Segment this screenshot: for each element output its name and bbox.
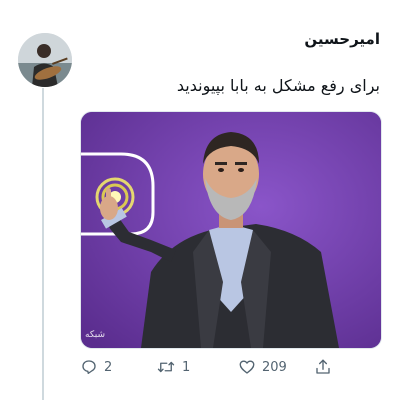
retweet-count: 1 [182, 359, 191, 375]
like-count: 209 [262, 359, 287, 375]
share-icon [316, 359, 330, 374]
retweet-button[interactable]: 1 [156, 355, 190, 379]
tweet-actions: 2 1 209 [80, 355, 380, 379]
heart-icon [239, 360, 255, 374]
share-button[interactable] [314, 355, 332, 379]
author-name[interactable]: امیرحسین [304, 30, 380, 48]
avatar[interactable] [18, 33, 72, 87]
retweet-icon [157, 361, 175, 373]
tweet-text: برای رفع مشکل به بابا بپیوندید [176, 76, 380, 95]
media-watermark: شبکه [85, 330, 106, 340]
thread-line [42, 88, 44, 400]
tweet-page: امیرحسین برای رفع مشکل به بابا بپیوندید [0, 0, 400, 400]
tweet-media[interactable]: شبکه [80, 111, 382, 349]
avatar-image [18, 33, 72, 87]
reply-icon [82, 360, 96, 375]
reply-button[interactable]: 2 [80, 355, 112, 379]
media-image [81, 112, 381, 348]
like-button[interactable]: 209 [238, 355, 287, 379]
reply-count: 2 [104, 359, 113, 375]
